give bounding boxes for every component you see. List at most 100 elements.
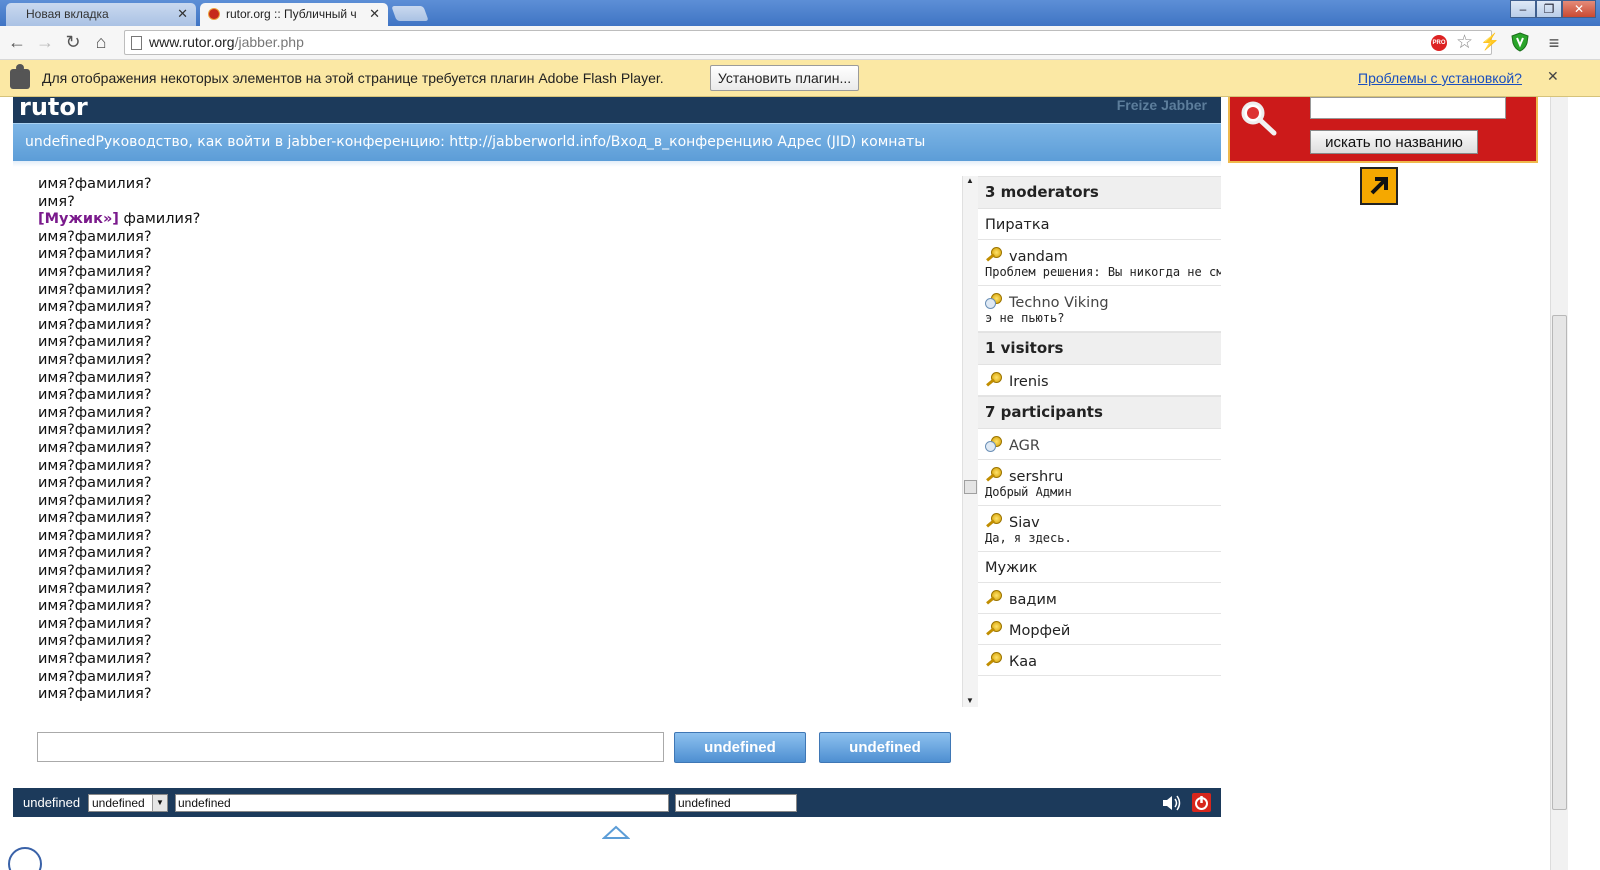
chat-message: имя?фамилия? [38, 317, 938, 335]
roster-member[interactable]: sershru Добрый Админ [978, 460, 1221, 506]
chat-message: [Мужик»] фамилия? [38, 211, 938, 229]
chat-message: имя?фамилия? [38, 387, 938, 405]
close-tab-icon[interactable]: ✕ [177, 3, 188, 25]
browser-tab-strip: Новая вкладка ✕ rutor.org :: Публичный ч… [0, 0, 1600, 26]
message-text: имя?фамилия? [38, 334, 152, 351]
message-text: имя?фамилия? [38, 422, 152, 439]
nickname-field[interactable]: undefined [175, 794, 669, 812]
key-away-icon [985, 293, 1004, 309]
message-text: имя?фамилия? [38, 545, 152, 562]
message-text: имя?фамилия? [38, 633, 152, 650]
search-widget: искать по названию [1228, 97, 1538, 163]
close-window-icon[interactable]: ✕ [1562, 0, 1596, 18]
scroll-thumb[interactable] [964, 480, 977, 494]
page-viewport: rutor Freize Jabber undefinedРуководство… [0, 97, 1600, 870]
new-tab-button[interactable] [391, 6, 429, 21]
chat-message: имя?фамилия? [38, 563, 938, 581]
install-plugin-button[interactable]: Установить плагин... [710, 65, 859, 91]
shield-extension-icon[interactable] [1510, 32, 1530, 54]
member-name: vandam [1009, 249, 1068, 265]
roster-member[interactable]: Techno Viking э не пьють? [978, 286, 1221, 332]
message-text: имя?фамилия? [38, 668, 152, 685]
page-icon [131, 36, 142, 50]
chat-message: имя?фамилия? [38, 651, 938, 669]
message-text: имя?фамилия? [38, 527, 152, 544]
message-text: имя?фамилия? [38, 615, 152, 632]
message-nick[interactable]: [Мужик»] [38, 211, 119, 227]
chat-message: имя?фамилия? [38, 334, 938, 352]
chat-message: имя?фамилия? [38, 475, 938, 493]
password-field[interactable]: undefined [675, 794, 797, 812]
chat-message: имя?фамилия? [38, 581, 938, 599]
forward-arrow-icon[interactable]: → [34, 32, 56, 54]
chat-message: имя?фамилия? [38, 299, 938, 317]
footer-label: undefined [23, 795, 81, 810]
back-arrow-icon[interactable]: ← [6, 32, 28, 54]
message-text: имя?фамилия? [38, 598, 152, 615]
external-arrow-icon[interactable] [1360, 167, 1398, 205]
power-icon[interactable] [1192, 793, 1211, 812]
scroll-up-icon[interactable]: ▲ [966, 176, 974, 185]
close-tab-icon[interactable]: ✕ [369, 3, 380, 25]
clear-button[interactable]: undefined [819, 732, 951, 763]
close-infobar-icon[interactable]: ✕ [1547, 68, 1559, 85]
tab-title: Новая вкладка [26, 7, 109, 21]
lightning-extension-icon[interactable]: ⚡ [1480, 32, 1500, 54]
key-icon [985, 621, 1004, 637]
roster-member[interactable]: Irenis [978, 365, 1221, 396]
roster-member[interactable]: Siav Да, я здесь. [978, 506, 1221, 552]
key-away-icon [985, 436, 1004, 452]
message-text: имя?фамилия? [38, 228, 152, 245]
site-header: rutor Freize Jabber [13, 97, 1221, 123]
scroll-down-icon[interactable]: ▼ [966, 696, 974, 705]
install-problems-link[interactable]: Проблемы с установкой? [1358, 70, 1522, 86]
page-scroll-thumb[interactable] [1552, 315, 1567, 810]
globe-icon[interactable] [8, 847, 42, 870]
message-text: имя?фамилия? [38, 563, 152, 580]
address-bar[interactable]: www.rutor.org/jabber.php PRO ☆ [124, 30, 1492, 55]
roster-member[interactable]: вадим [978, 583, 1221, 614]
url-text: www.rutor.org/jabber.php [149, 34, 304, 50]
chat-message: имя?фамилия? [38, 229, 938, 247]
server-select[interactable]: undefined ▼ [88, 794, 168, 812]
pro-badge-icon[interactable]: PRO [1431, 35, 1447, 51]
chat-message: имя?фамилия? [38, 616, 938, 634]
roster-member[interactable]: AGR [978, 429, 1221, 460]
roster-member[interactable]: Пиратка [978, 209, 1221, 240]
chat-message: имя?фамилия? [38, 405, 938, 423]
roster-member[interactable]: Каа [978, 645, 1221, 676]
message-text: имя?фамилия? [38, 651, 152, 668]
key-icon [985, 652, 1004, 668]
menu-icon[interactable]: ≡ [1544, 32, 1564, 54]
site-logo[interactable]: rutor [19, 97, 88, 121]
roster-member[interactable]: Морфей [978, 614, 1221, 645]
page-scrollbar[interactable] [1550, 97, 1568, 870]
message-text: имя?фамилия? [38, 439, 152, 456]
home-icon[interactable]: ⌂ [90, 32, 112, 54]
speaker-icon[interactable] [1161, 793, 1183, 813]
message-text: имя?фамилия? [38, 387, 152, 404]
tab-rutor[interactable]: rutor.org :: Публичный ч ✕ [200, 3, 388, 26]
chat-scrollbar[interactable]: ▲ ▼ [962, 176, 978, 707]
reload-icon[interactable]: ↻ [62, 32, 84, 54]
send-button[interactable]: undefined [674, 732, 806, 763]
message-text: имя? [38, 193, 75, 210]
message-text: имя?фамилия? [38, 404, 152, 421]
chat-message: имя?фамилия? [38, 493, 938, 511]
member-status: Добрый Админ [985, 485, 1072, 499]
message-input[interactable] [37, 732, 664, 762]
minimize-icon[interactable]: – [1510, 0, 1536, 18]
chat-messages: имя?фамилия? имя? [Мужик»] фамилия? имя?фам… [38, 176, 938, 704]
chat-message: имя?фамилия? [38, 598, 938, 616]
search-by-name-button[interactable]: искать по названию [1310, 130, 1478, 154]
roster-member[interactable]: Мужик [978, 552, 1221, 583]
roster-member[interactable]: vandamПроблем решения: Вы никогда не смо… [978, 240, 1221, 286]
maximize-icon[interactable]: ❐ [1536, 0, 1562, 18]
message-text: имя?фамилия? [38, 369, 152, 386]
chat-message: имя?фамилия? [38, 633, 938, 651]
collapse-arrow-icon[interactable] [602, 823, 630, 841]
search-input[interactable] [1310, 97, 1506, 119]
bookmark-star-icon[interactable]: ☆ [1456, 31, 1473, 54]
tab-new-tab[interactable]: Новая вкладка ✕ [6, 3, 196, 26]
dropdown-arrow-icon[interactable]: ▼ [152, 795, 167, 811]
